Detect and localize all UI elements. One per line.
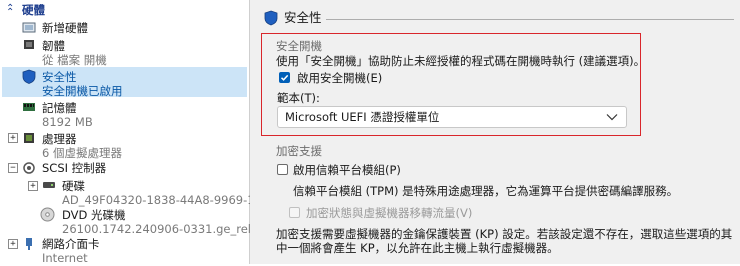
template-select[interactable]: Microsoft UEFI 憑證授權單位 xyxy=(277,106,627,128)
hard-drive-icon xyxy=(43,182,55,188)
tree-item-label: 新增硬體 xyxy=(42,21,88,35)
chevron-down-icon xyxy=(606,114,618,121)
processor-icon xyxy=(24,133,34,143)
tree-item-processor[interactable]: + 處理器 6 個虛擬處理器 xyxy=(0,129,249,160)
secure-boot-description: 使用「安全開機」協助防止未經授權的程式碼在開機時執行 (建議選項)。 xyxy=(276,54,646,68)
tpm-description: 信賴平台模組 (TPM) 是特殊用途處理器，它為運算平台提供密碼編譯服務。 xyxy=(293,184,679,198)
checkmark-icon xyxy=(280,74,289,81)
tree-section-label: 硬體 xyxy=(22,3,45,17)
tree-item-firmware[interactable]: 韌體 從 檔案 開機 xyxy=(0,36,249,67)
expand-toggle-icon[interactable]: + xyxy=(28,181,38,191)
page-title: 安全性 xyxy=(284,10,322,25)
tree-item-label: 韌體 xyxy=(42,39,65,53)
tree-item-network-adapter[interactable]: + 網路介面卡 Internet xyxy=(0,236,249,266)
encryption-group-label: 加密支援 xyxy=(276,144,322,158)
expand-toggle-icon[interactable]: + xyxy=(8,239,18,249)
tree-item-memory[interactable]: 記憶體 8192 MB xyxy=(0,98,249,129)
enable-tpm-checkbox[interactable] xyxy=(277,164,288,175)
tree-item-hard-drive[interactable]: + 硬碟 AD_49F04320-1838-44A8-9969-122E... xyxy=(0,177,287,207)
tree-item-subtext: 安全開機已啟用 xyxy=(42,84,123,98)
title-divider xyxy=(326,19,734,20)
tree-item-label: DVD 光碟機 xyxy=(62,208,126,222)
hardware-tree: ⌃ ⌃ 硬體 新增硬體 韌體 從 檔案 開機 安全性 安全開機已啟用 記憶體 8… xyxy=(0,0,289,266)
scsi-controller-icon xyxy=(23,162,35,174)
tree-item-add-hardware[interactable]: 新增硬體 xyxy=(0,20,249,36)
tree-item-label: 安全性 xyxy=(42,70,77,84)
encrypt-traffic-checkbox[interactable] xyxy=(289,207,300,218)
tree-item-label: SCSI 控制器 xyxy=(42,161,107,175)
enable-secure-boot-label[interactable]: 啟用安全開機(E) xyxy=(297,71,382,85)
firmware-chip-icon xyxy=(24,40,34,49)
add-hardware-icon xyxy=(22,22,36,33)
shield-icon xyxy=(22,69,36,84)
tree-item-subtext: 6 個虛擬處理器 xyxy=(42,146,122,160)
template-select-value: Microsoft UEFI 憑證授權單位 xyxy=(285,110,440,124)
expand-toggle-icon[interactable]: + xyxy=(8,133,18,143)
network-adapter-icon xyxy=(26,238,32,250)
tree-item-scsi-controller[interactable]: − SCSI 控制器 xyxy=(0,160,249,176)
kp-description-line-2: 中一個將會產生 KP，以允許在此主機上執行虛擬機器。 xyxy=(276,241,559,255)
secure-boot-group-label: 安全開機 xyxy=(276,39,322,53)
tree-section-hardware[interactable]: ⌃ ⌃ 硬體 xyxy=(0,2,249,18)
template-label: 範本(T): xyxy=(277,91,320,105)
enable-tpm-label[interactable]: 啟用信賴平台模組(P) xyxy=(293,163,401,177)
tree-item-label: 網路介面卡 xyxy=(42,237,100,251)
tree-item-subtext: Internet xyxy=(42,251,88,265)
enable-secure-boot-checkbox[interactable] xyxy=(279,72,290,83)
tree-item-label: 硬碟 xyxy=(62,179,85,193)
memory-chip-icon xyxy=(23,103,35,111)
dvd-disc-icon xyxy=(40,207,55,222)
tree-item-subtext: 從 檔案 開機 xyxy=(42,53,107,67)
encrypt-traffic-label[interactable]: 加密狀態與虛擬機器移轉流量(V) xyxy=(306,206,472,220)
shield-icon xyxy=(264,10,278,26)
kp-description-line-1: 加密支援需要虛擬機器的金鑰保護裝置 (KP) 設定。若該設定還不存在，選取這些選… xyxy=(276,227,733,241)
tree-item-dvd-drive[interactable]: DVD 光碟機 26100.1742.240906-0331.ge_releas… xyxy=(0,206,289,236)
tree-item-security[interactable]: 安全性 安全開機已啟用 xyxy=(0,67,249,98)
collapse-toggle-icon[interactable]: − xyxy=(8,163,18,173)
tree-item-label: 處理器 xyxy=(42,132,77,146)
tree-item-subtext: 8192 MB xyxy=(42,115,93,129)
tree-item-label: 記憶體 xyxy=(42,101,77,115)
